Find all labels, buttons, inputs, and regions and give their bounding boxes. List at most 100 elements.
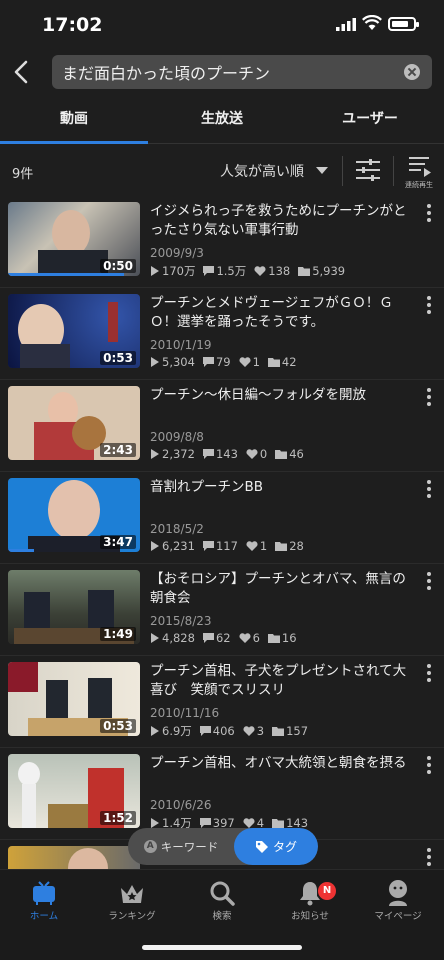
continuous-play-button[interactable]: 連続再生 [400,154,438,190]
search-input[interactable] [60,55,390,89]
stat-likes-value: 138 [268,264,291,278]
more-options-icon[interactable] [426,296,432,316]
stat-views-value: 5,304 [162,355,195,369]
video-thumbnail[interactable]: 1:49 [8,570,140,644]
video-thumbnail[interactable]: 3:47 [8,478,140,552]
stat-views-value: 170万 [162,264,196,278]
video-list: 0:50 イジメられっ子を救うためにプーチンがとったさり気ない軍事行動 2009/9… [0,196,444,932]
stat-mylists-value: 5,939 [312,264,346,278]
video-thumbnail[interactable]: 0:53 [8,662,140,736]
continuous-play-label: 連続再生 [405,181,433,189]
video-title[interactable]: プーチン首相、オバマ大統領と朝食を摂る [150,754,418,773]
video-stats: 6,231 117 1 28 [150,539,304,553]
sort-select[interactable]: 人気が高い順 [220,161,304,181]
tab-live[interactable]: 生放送 [148,98,296,143]
nav-mypage[interactable]: マイページ [356,876,440,922]
play-count-icon [151,818,159,828]
wifi-icon [362,15,382,30]
back-arrow-icon[interactable] [10,58,34,86]
stat-views: 170万 [150,263,195,279]
comment-icon [202,633,214,643]
video-thumbnail[interactable]: 0:50 [8,202,140,276]
nav-notifications-label: お知らせ [291,911,329,922]
stat-views: 6.9万 [150,723,192,739]
comment-icon [202,449,214,459]
video-stats: 5,304 79 1 42 [150,355,297,369]
video-list-item[interactable]: 0:50 イジメられっ子を救うためにプーチンがとったさり気ない軍事行動 2009/9… [0,196,444,288]
tab-videos[interactable]: 動画 [0,98,148,144]
heart-icon [254,266,266,276]
result-count: 9件 [12,167,34,182]
keyword-mode-label: キーワード [160,839,219,854]
more-options-icon[interactable] [426,848,432,868]
video-stats: 170万 1.5万 138 5,939 [150,263,345,279]
video-date: 2015/8/23 [150,614,212,628]
heart-icon [246,541,258,551]
video-title[interactable]: プーチン首相、子犬をプレゼントされて大喜び 笑顔でスリスリ [150,662,418,700]
video-duration: 0:50 [100,259,136,273]
more-options-icon[interactable] [426,204,432,224]
stat-likes-value: 3 [256,724,265,738]
video-title[interactable]: プーチンとメドヴェージェフがＧＯ！ＧＯ！選挙を踊ったそうです。 [150,294,418,332]
more-options-icon[interactable] [426,572,432,592]
video-thumbnail[interactable]: 2:43 [8,386,140,460]
heart-icon [243,818,255,828]
video-title[interactable]: イジメられっ子を救うためにプーチンがとったさり気ない軍事行動 [150,202,418,240]
watch-progress-bar [8,273,125,276]
more-options-icon[interactable] [426,480,432,500]
stat-views-value: 2,372 [162,447,195,461]
video-title[interactable]: プーチン～休日編～フォルダを開放 [150,386,418,405]
video-list-item[interactable]: 0:53 プーチンとメドヴェージェフがＧＯ！ＧＯ！選挙を踊ったそうです。 2010/… [0,288,444,380]
video-list-item[interactable]: 3:47 音割れプーチンBB 2018/5/2 6,231 117 1 28 [0,472,444,564]
clear-search-icon[interactable] [404,64,420,80]
stat-comments: 117 [202,539,238,553]
video-date: 2009/8/8 [150,430,204,444]
nav-notifications[interactable]: N お知らせ [268,876,352,922]
stat-mylists-value: 28 [289,539,304,553]
video-list-item[interactable]: 0:53 プーチン首相、子犬をプレゼントされて大喜び 笑顔でスリスリ 2010/11… [0,656,444,748]
video-list-item[interactable]: 1:52 プーチン首相、オバマ大統領と朝食を摂る 2010/6/26 1.4万 397 4… [0,748,444,840]
watch-progress-bar [8,549,35,552]
video-stats: 2,372 143 0 46 [150,447,304,461]
nav-ranking[interactable]: ランキング [90,876,174,922]
stat-likes-value: 1 [259,539,268,553]
tag-mode-button[interactable]: タグ [234,828,318,865]
stat-likes: 1 [239,355,260,369]
battery-icon [388,17,419,31]
chevron-down-icon[interactable] [316,167,328,174]
more-options-icon[interactable] [426,756,432,776]
more-options-icon[interactable] [426,664,432,684]
video-list-item[interactable]: 1:49 【おそロシア】プーチンとオバマ、無言の朝食会 2015/8/23 4,828… [0,564,444,656]
tab-users[interactable]: ユーザー [296,98,444,143]
video-duration: 3:47 [100,535,136,549]
comment-icon [199,726,211,736]
stat-mylists: 46 [275,447,304,461]
comment-icon [202,357,214,367]
video-duration: 1:52 [100,811,136,825]
stat-comments-value: 143 [215,447,238,461]
play-count-icon [151,357,159,367]
comment-icon [199,818,211,828]
video-list-item[interactable]: 2:43 プーチン～休日編～フォルダを開放 2009/8/8 2,372 143 0 46 [0,380,444,472]
nav-search-label: 検索 [212,911,232,922]
video-thumbnail[interactable]: 1:52 [8,754,140,828]
search-result-tabs: 動画 生放送 ユーザー [0,98,444,144]
folder-icon [298,267,311,276]
heart-icon [243,726,255,736]
video-date: 2010/6/26 [150,798,212,812]
nav-home[interactable]: ホーム [2,876,86,922]
video-title[interactable]: 音割れプーチンBB [150,478,418,497]
divider [342,156,343,186]
nav-search[interactable]: 検索 [180,876,264,922]
heart-icon [246,449,258,459]
user-icon [389,880,407,906]
folder-icon [275,450,288,459]
video-title[interactable]: 【おそロシア】プーチンとオバマ、無言の朝食会 [150,570,418,608]
filter-settings-icon[interactable] [354,158,382,182]
stat-comments-value: 406 [212,724,235,738]
video-thumbnail[interactable]: 0:53 [8,294,140,368]
more-options-icon[interactable] [426,388,432,408]
folder-icon [275,542,288,551]
search-icon [210,881,235,906]
keyword-mode-button[interactable]: A キーワード [128,828,234,865]
